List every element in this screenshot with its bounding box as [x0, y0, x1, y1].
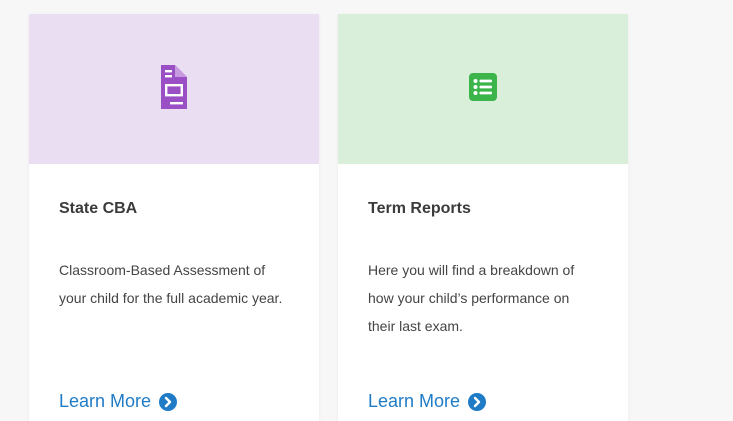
document-icon: [161, 64, 187, 114]
learn-more-link[interactable]: Learn More: [59, 391, 178, 412]
chevron-right-circle-icon: [468, 392, 487, 411]
card-hero: [29, 14, 319, 164]
card-term-reports: Term Reports Here you will find a breakd…: [338, 14, 628, 421]
learn-more-label: Learn More: [59, 391, 152, 411]
chevron-right-circle-icon: [159, 392, 178, 411]
list-icon: [469, 72, 497, 106]
card-description: Here you will find a breakdown of how yo…: [368, 262, 575, 334]
card-hero: [338, 14, 628, 164]
card-state-cba: State CBA Classroom-Based Assessment of …: [29, 14, 319, 421]
learn-more-label: Learn More: [368, 391, 461, 411]
card-title: Term Reports: [368, 200, 471, 217]
learn-more-link[interactable]: Learn More: [368, 391, 487, 412]
page: State CBA Classroom-Based Assessment of …: [0, 0, 733, 421]
card-description: Classroom-Based Assessment of your child…: [59, 262, 283, 306]
card-title: State CBA: [59, 200, 138, 217]
